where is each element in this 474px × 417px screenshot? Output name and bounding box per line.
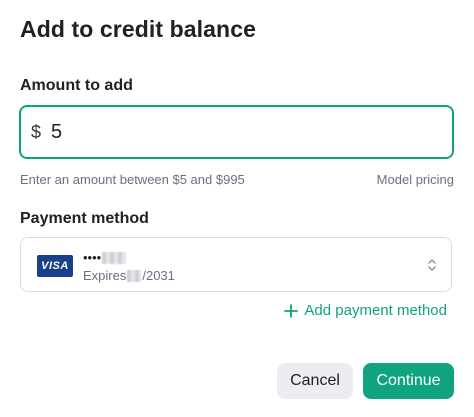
amount-input[interactable]: $ 5 — [19, 105, 454, 159]
amount-hint: Enter an amount between $5 and $995 — [20, 172, 245, 187]
amount-value[interactable]: 5 — [51, 121, 62, 144]
cancel-button[interactable]: Cancel — [277, 363, 353, 399]
add-credit-dialog: Add to credit balance Amount to add $ 5 … — [0, 0, 474, 417]
card-mask: •••• — [83, 250, 102, 265]
card-number: •••• — [83, 250, 127, 265]
model-pricing-link[interactable]: Model pricing — [377, 172, 454, 187]
add-payment-method-label: Add payment method — [304, 302, 447, 319]
expiry-prefix: Expires — [83, 268, 127, 283]
visa-card-icon: VISA — [37, 255, 73, 277]
dialog-title: Add to credit balance — [20, 16, 256, 42]
redacted-expiry-month — [127, 269, 142, 282]
currency-symbol: $ — [31, 121, 42, 142]
amount-label: Amount to add — [20, 77, 133, 94]
payment-method-select[interactable]: VISA •••• Expires /2031 — [20, 237, 452, 292]
add-payment-method-button[interactable]: Add payment method — [284, 302, 447, 319]
plus-icon — [284, 303, 299, 318]
card-expiry: Expires /2031 — [83, 268, 175, 283]
expiry-year: /2031 — [142, 268, 175, 283]
payment-method-label: Payment method — [20, 210, 149, 227]
chevron-up-down-icon — [428, 259, 436, 271]
redacted-last-four — [102, 251, 127, 264]
continue-button[interactable]: Continue — [363, 363, 454, 399]
